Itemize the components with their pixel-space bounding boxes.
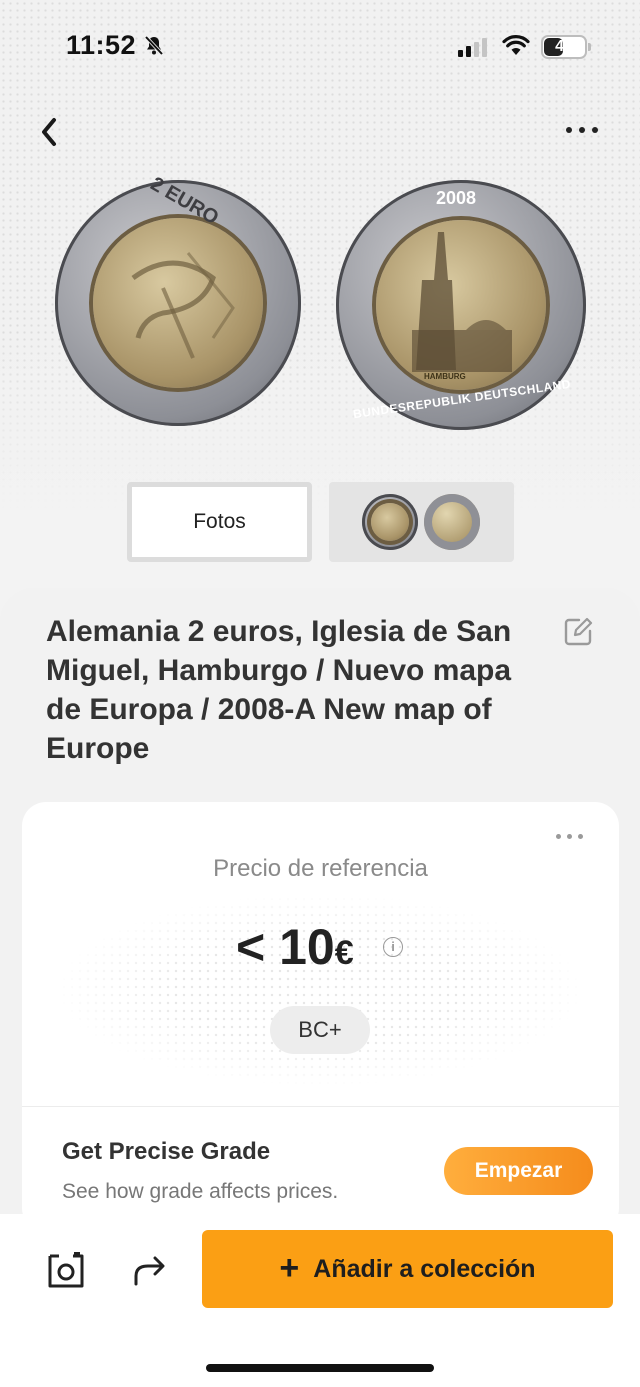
start-button[interactable]: Empezar [444,1147,593,1195]
coin-reverse-image[interactable]: 2008 HAMBURG BUNDESREPUBLIK DEUTSCHLAND [336,180,586,430]
share-button[interactable] [132,1252,168,1288]
ellipsis-icon [556,834,561,839]
thumbnail-obverse [424,494,480,550]
tab-photos-label: Fotos [193,510,246,533]
coin-title: Alemania 2 euros, Iglesia de San Miguel,… [46,615,512,765]
precise-grade-subtitle: See how grade affects prices. [62,1180,339,1203]
chevron-left-icon [42,118,56,146]
card-divider [22,1106,619,1107]
home-indicator[interactable] [206,1364,434,1372]
info-icon[interactable]: i [383,937,403,957]
add-to-collection-button[interactable]: + Añadir a colección [202,1230,613,1308]
tab-photos[interactable]: Fotos [127,482,312,562]
status-time: 11:52 [66,30,137,60]
camera-button[interactable] [46,1248,86,1290]
precise-grade-title: Get Precise Grade [62,1138,271,1165]
price-currency: € [334,934,354,972]
reference-price-label: Precio de referencia [213,855,428,882]
tab-coin-images[interactable] [329,482,514,562]
muted-bell-icon [142,34,166,63]
edit-icon [564,617,593,646]
reference-price: < 10€ [236,918,354,976]
reverse-year: 2008 [436,188,477,208]
cellular-signal-icon [458,38,487,57]
grade-badge[interactable]: BC+ [270,1006,370,1054]
church-engraving [412,232,512,372]
back-button[interactable] [36,112,66,152]
plus-icon: + [279,1248,300,1287]
battery-icon: 44 [541,35,587,59]
reverse-city: HAMBURG [424,372,466,381]
obverse-design [131,252,235,359]
share-arrow-icon [134,1256,165,1286]
camera-icon [48,1252,84,1288]
battery-tip [588,43,591,51]
add-to-collection-label: Añadir a colección [313,1254,536,1283]
more-options-button[interactable] [566,120,606,140]
price-value: < 10 [236,919,335,975]
coin-obverse-image[interactable]: 2 EURO [55,173,301,426]
edit-button[interactable] [563,617,593,647]
ellipsis-icon [566,127,572,133]
card-more-button[interactable] [556,834,583,839]
thumbnail-reverse [362,494,418,550]
wifi-icon [502,34,530,61]
battery-level: 44 [555,38,573,55]
